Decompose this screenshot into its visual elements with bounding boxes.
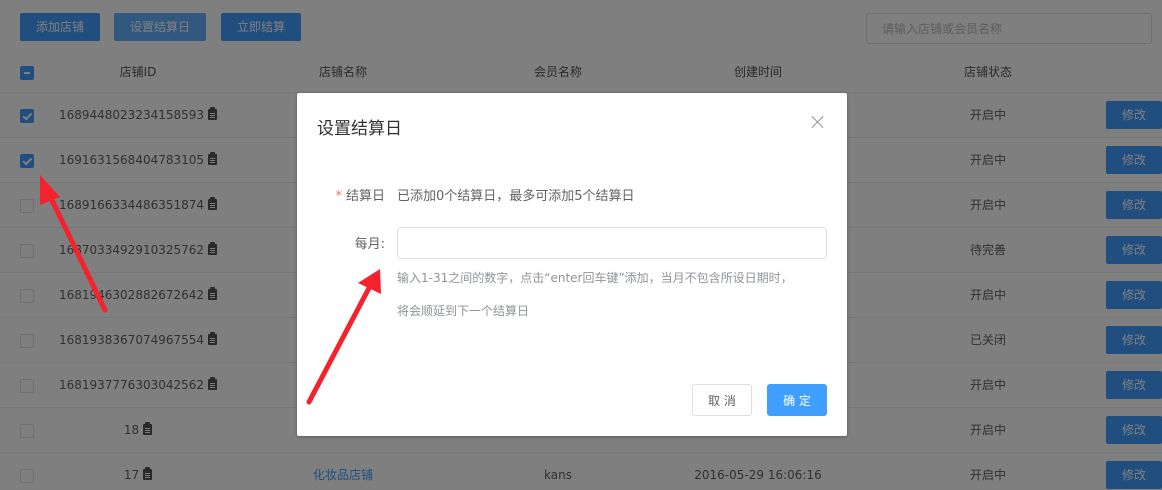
monthly-day-input[interactable] xyxy=(397,227,827,259)
close-icon[interactable] xyxy=(811,115,825,129)
settlement-day-dialog: 设置结算日 * 结算日 已添加0个结算日，最多可添加5个结算日 每月: 输入1-3… xyxy=(297,93,847,436)
settle-day-label: * 结算日 xyxy=(297,185,385,204)
monthly-label: 每月: xyxy=(354,237,385,252)
hint-line-1: 输入1-31之间的数字，点击“enter回车键”添加，当月不包含所设日期时， xyxy=(397,271,793,285)
dialog-title: 设置结算日 xyxy=(317,119,402,139)
confirm-button[interactable]: 确 定 xyxy=(767,384,827,416)
settle-day-status: 已添加0个结算日，最多可添加5个结算日 xyxy=(397,189,635,204)
hint-line-2: 将会顺延到下一个结算日 xyxy=(397,304,530,318)
settle-day-label-text: 结算日 xyxy=(345,189,385,204)
required-asterisk: * xyxy=(335,189,342,204)
cancel-button[interactable]: 取 消 xyxy=(692,384,752,416)
